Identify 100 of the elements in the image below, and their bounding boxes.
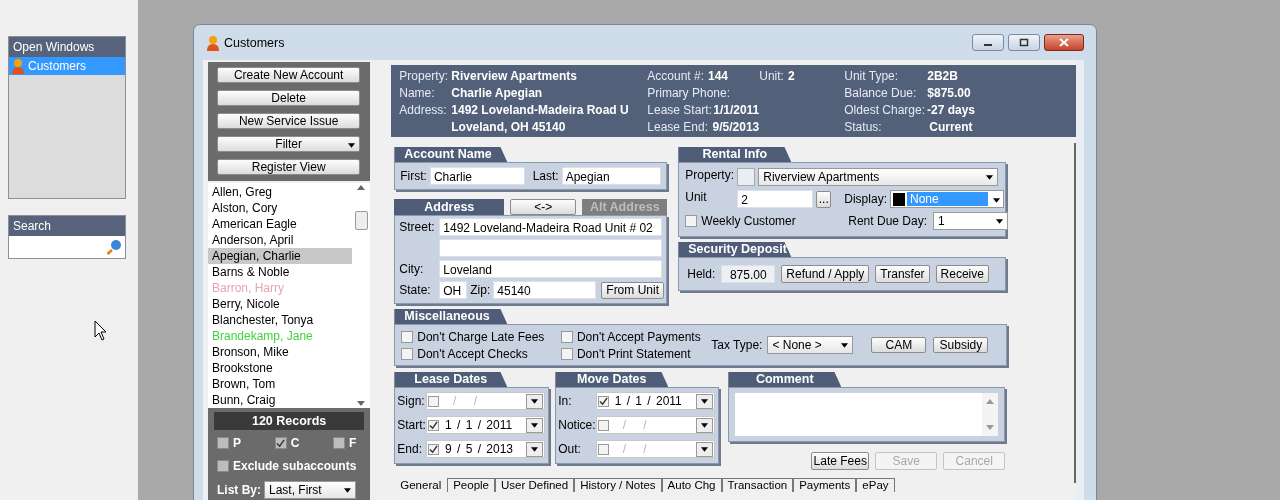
city-field[interactable]: Loveland (439, 260, 663, 278)
cam-button[interactable]: CAM (871, 337, 927, 353)
customer-item[interactable]: Allen, Greg (208, 184, 353, 200)
section-title: Move Dates (555, 372, 669, 387)
checkbox-label: Weekly Customer (701, 214, 797, 228)
checkbox[interactable] (560, 330, 573, 343)
checkbox[interactable] (401, 330, 414, 343)
subsidy-button[interactable]: Subsidy (933, 337, 989, 353)
maximize-button[interactable] (1008, 34, 1040, 51)
checkbox[interactable] (332, 437, 345, 449)
tab[interactable]: People (447, 478, 495, 492)
checkbox[interactable] (401, 347, 414, 360)
comment-field[interactable] (735, 393, 999, 436)
scroll-thumb[interactable] (354, 211, 368, 230)
customer-item[interactable]: Brown, Tom (208, 376, 353, 392)
summary-value: Loveland, OH 45140 (451, 119, 566, 136)
tab[interactable]: History / Notes (574, 478, 662, 492)
scroll-up-icon[interactable] (986, 399, 995, 404)
tab[interactable]: User Defined (495, 478, 575, 492)
customer-item[interactable]: Apegian, Charlie (208, 248, 353, 264)
date-checkbox[interactable] (597, 395, 609, 407)
date-checkbox[interactable] (427, 419, 439, 431)
section-title: Miscellaneous (394, 309, 508, 324)
held-amount-field[interactable]: 875.00 (721, 265, 776, 283)
customer-item[interactable]: American Eagle (208, 216, 353, 232)
caret-icon (996, 218, 1003, 224)
customer-item[interactable]: Berry, Nicole (208, 296, 353, 312)
scroll-up-icon[interactable] (357, 185, 366, 190)
state-field[interactable]: OH (439, 281, 468, 299)
field-label: Property: (685, 168, 735, 184)
checkbox[interactable] (560, 347, 573, 360)
close-button[interactable] (1044, 34, 1084, 51)
date-picker[interactable]: 9 / 5 / 2013 (425, 440, 546, 458)
checkbox[interactable] (274, 437, 287, 449)
date-picker[interactable]: 1 / 1 / 2011 (595, 392, 716, 410)
rent-due-day-dropdown[interactable]: 1 (933, 212, 1008, 230)
minimize-button[interactable] (972, 34, 1004, 51)
summary-label: Balance Due: (844, 85, 918, 102)
tax-type-dropdown[interactable]: < None > (767, 336, 854, 354)
customer-item[interactable]: Blanchester, Tonya (208, 312, 353, 328)
checkbox[interactable] (685, 215, 698, 227)
field-label: End: (397, 442, 423, 456)
action-button[interactable]: Delete (217, 90, 361, 106)
date-picker[interactable]: 1 / 1 / 2011 (425, 416, 546, 434)
summary-label: Account #: (647, 68, 704, 85)
date-checkbox[interactable] (427, 395, 439, 407)
caret-icon (992, 198, 1000, 203)
caret-icon (531, 446, 539, 452)
tab[interactable]: Auto Chg (661, 478, 722, 492)
deposit-button[interactable]: Refund / Apply (781, 265, 870, 283)
action-button[interactable]: New Service Issue (217, 113, 361, 129)
section-title: Address (394, 199, 505, 215)
checkbox-label: F (348, 436, 357, 450)
field-label: Display: (844, 192, 887, 206)
customer-item[interactable]: Bunn, Craig (208, 392, 353, 408)
summary-value: $875.00 (927, 85, 971, 102)
unit-field[interactable]: 2 (737, 190, 814, 208)
last-name-field[interactable]: Apegian (561, 167, 662, 185)
date-checkbox[interactable] (597, 419, 609, 431)
form-button[interactable]: Late Fees (811, 452, 870, 470)
tab[interactable]: Payments (793, 478, 857, 492)
customer-item[interactable]: Barns & Noble (208, 264, 353, 280)
first-name-field[interactable]: Charlie (429, 167, 525, 185)
customer-item[interactable]: Brookstone (208, 360, 353, 376)
checkbox[interactable] (217, 437, 229, 449)
date-checkbox[interactable] (427, 443, 439, 455)
caret-icon (531, 422, 539, 428)
caret-icon (841, 342, 849, 348)
date-checkbox[interactable] (597, 443, 609, 455)
scroll-down-icon[interactable] (357, 401, 366, 406)
action-button[interactable]: Create New Account (217, 67, 361, 83)
tab[interactable]: ePay (856, 478, 895, 492)
summary-label: Lease Start: (647, 102, 713, 119)
customer-item[interactable]: Anderson, April (208, 232, 353, 248)
caret-icon (344, 487, 351, 493)
from-unit-button[interactable]: From Unit (601, 281, 664, 299)
deposit-button[interactable]: Receive (935, 265, 989, 283)
tab[interactable]: Transaction (721, 478, 794, 492)
caret-icon (701, 422, 709, 428)
customer-item[interactable]: Bronson, Mike (208, 344, 353, 360)
customer-item[interactable]: Alston, Cory (208, 200, 353, 216)
summary-label: Primary Phone: (647, 85, 731, 102)
deposit-button[interactable]: Transfer (875, 265, 930, 283)
property-dropdown[interactable]: Riverview Apartments (758, 168, 999, 186)
summary-value: Riverview Apartments (451, 68, 577, 85)
zip-field[interactable]: 45140 (493, 281, 597, 299)
filter-dropdown[interactable]: Filter (217, 136, 361, 152)
list-by-dropdown[interactable]: Last, First (264, 481, 356, 499)
street-field[interactable]: 1492 Loveland-Madeira Road Unit # 02 (439, 218, 663, 236)
swap-address-button[interactable]: <-> (510, 199, 577, 215)
record-count: 120 Records (214, 412, 365, 430)
section-title: Lease Dates (394, 372, 508, 387)
street-line-field[interactable] (439, 239, 663, 257)
scroll-down-icon[interactable] (986, 425, 995, 430)
action-button[interactable]: Register View (217, 159, 361, 175)
field-label: Start: (397, 418, 426, 432)
field-label: First: (400, 169, 427, 183)
summary-label: Oldest Charge: (844, 102, 925, 119)
unit-lookup-button[interactable]: ... (816, 190, 832, 208)
checkbox[interactable] (217, 460, 229, 472)
